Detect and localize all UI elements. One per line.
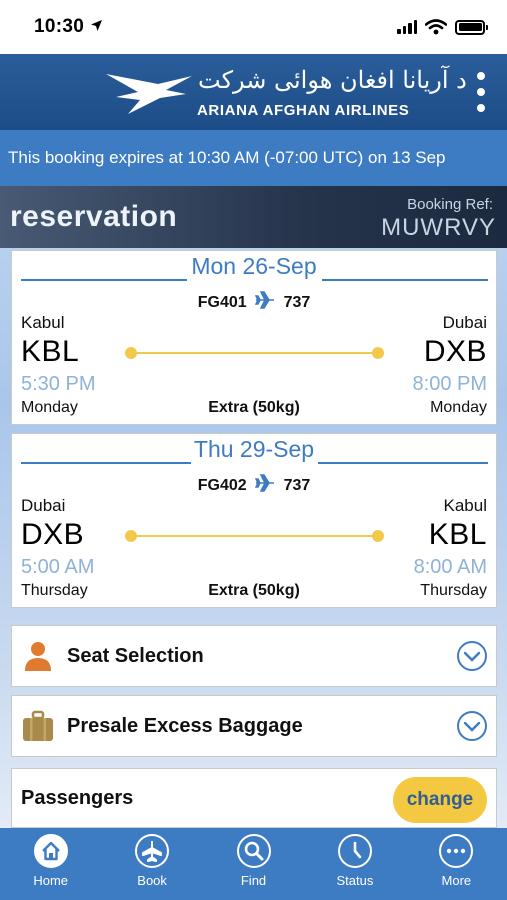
search-icon (236, 834, 271, 868)
flight-number: FG402 737 (12, 474, 496, 497)
departure-time: 5:30 PM (21, 373, 96, 395)
route-dot-end (372, 530, 384, 542)
seat-selection-label: Seat Selection (67, 644, 204, 667)
expiry-text: This booking expires at 10:30 AM (-07:00… (8, 148, 446, 167)
excess-baggage-section[interactable]: Presale Excess Baggage (11, 695, 497, 757)
origin-city: Dubai (21, 496, 66, 515)
destination-city: Kabul (443, 496, 487, 515)
tab-label: Book (137, 873, 167, 888)
change-button[interactable]: change (393, 777, 487, 823)
flight-card: Thu 29-Sep FG402 737 Dubai Kabul DXB KBL… (11, 433, 497, 608)
status-bar: 10:30 (0, 0, 507, 54)
airline-logo: د آریانا افغان هوائی شرکت ARIANA AFGHAN … (104, 64, 467, 122)
flight-date: Thu 29-Sep (191, 436, 317, 462)
app-header: د آریانا افغان هوائی شرکت ARIANA AFGHAN … (0, 54, 507, 130)
page-title: reservation (10, 200, 178, 233)
flight-card: Mon 26-Sep FG401 737 Kabul Dubai KBL DXB… (11, 250, 497, 425)
logo-arabic-text: د آریانا افغان هوائی شرکت (198, 66, 467, 94)
signal-icon (397, 20, 417, 34)
wifi-icon (424, 19, 448, 35)
plane-icon (135, 834, 170, 868)
tab-find[interactable]: Find (203, 828, 304, 900)
baggage-allowance: Extra (50kg) (208, 399, 300, 416)
route-dot-start (125, 347, 137, 359)
more-menu-icon[interactable] (471, 72, 491, 112)
tab-more[interactable]: More (406, 828, 507, 900)
tab-status[interactable]: Status (304, 828, 405, 900)
route-line (132, 352, 378, 354)
arrival-time: 8:00 AM (413, 556, 487, 578)
origin-code: DXB (21, 518, 85, 551)
chevron-down-icon[interactable] (457, 711, 487, 741)
route-dot-start (125, 530, 137, 542)
arrival-time: 8:00 PM (412, 373, 487, 395)
booking-ref-value: MUWRVY (381, 214, 496, 241)
home-icon (33, 834, 68, 868)
logo-english-text: ARIANA AFGHAN AIRLINES (197, 102, 410, 119)
more-icon (439, 834, 474, 868)
destination-city: Dubai (442, 313, 487, 332)
flight-date: Mon 26-Sep (189, 253, 319, 279)
tab-home[interactable]: Home (0, 828, 101, 900)
tab-book[interactable]: Book (101, 828, 202, 900)
departure-time: 5:00 AM (21, 556, 95, 578)
arrival-day: Thursday (420, 582, 487, 599)
route-line (132, 535, 378, 537)
tab-label: Status (336, 873, 374, 888)
clock-icon (337, 834, 372, 868)
tab-label: Find (240, 873, 267, 888)
excess-baggage-label: Presale Excess Baggage (67, 714, 303, 737)
arrival-day: Monday (430, 399, 487, 416)
plane-icon (254, 474, 275, 497)
origin-city: Kabul (21, 313, 65, 332)
destination-code: KBL (428, 518, 487, 551)
status-indicators (397, 19, 488, 35)
status-time: 10:30 (34, 16, 85, 37)
passengers-label: Passengers (21, 786, 134, 809)
tab-label: More (441, 873, 472, 888)
battery-icon (455, 19, 488, 35)
route-dot-end (372, 347, 384, 359)
origin-code: KBL (21, 335, 80, 368)
bird-logo-icon (106, 74, 192, 114)
chevron-down-icon[interactable] (457, 641, 487, 671)
location-arrow-icon (90, 19, 103, 36)
seat-selection-section[interactable]: Seat Selection (11, 625, 497, 687)
booking-ref-label: Booking Ref: (407, 196, 493, 213)
person-icon (21, 639, 55, 673)
reservation-bar: reservation Booking Ref: MUWRVY (0, 186, 507, 248)
tab-bar: Home Book Find Status More (0, 828, 507, 900)
expiry-banner: This booking expires at 10:30 AM (-07:00… (0, 130, 507, 186)
flight-number: FG401 737 (12, 291, 496, 314)
tab-label: Home (33, 873, 69, 888)
plane-icon (254, 291, 275, 314)
suitcase-icon (21, 709, 55, 743)
passengers-section: Passengers change (11, 768, 497, 828)
destination-code: DXB (423, 335, 487, 368)
